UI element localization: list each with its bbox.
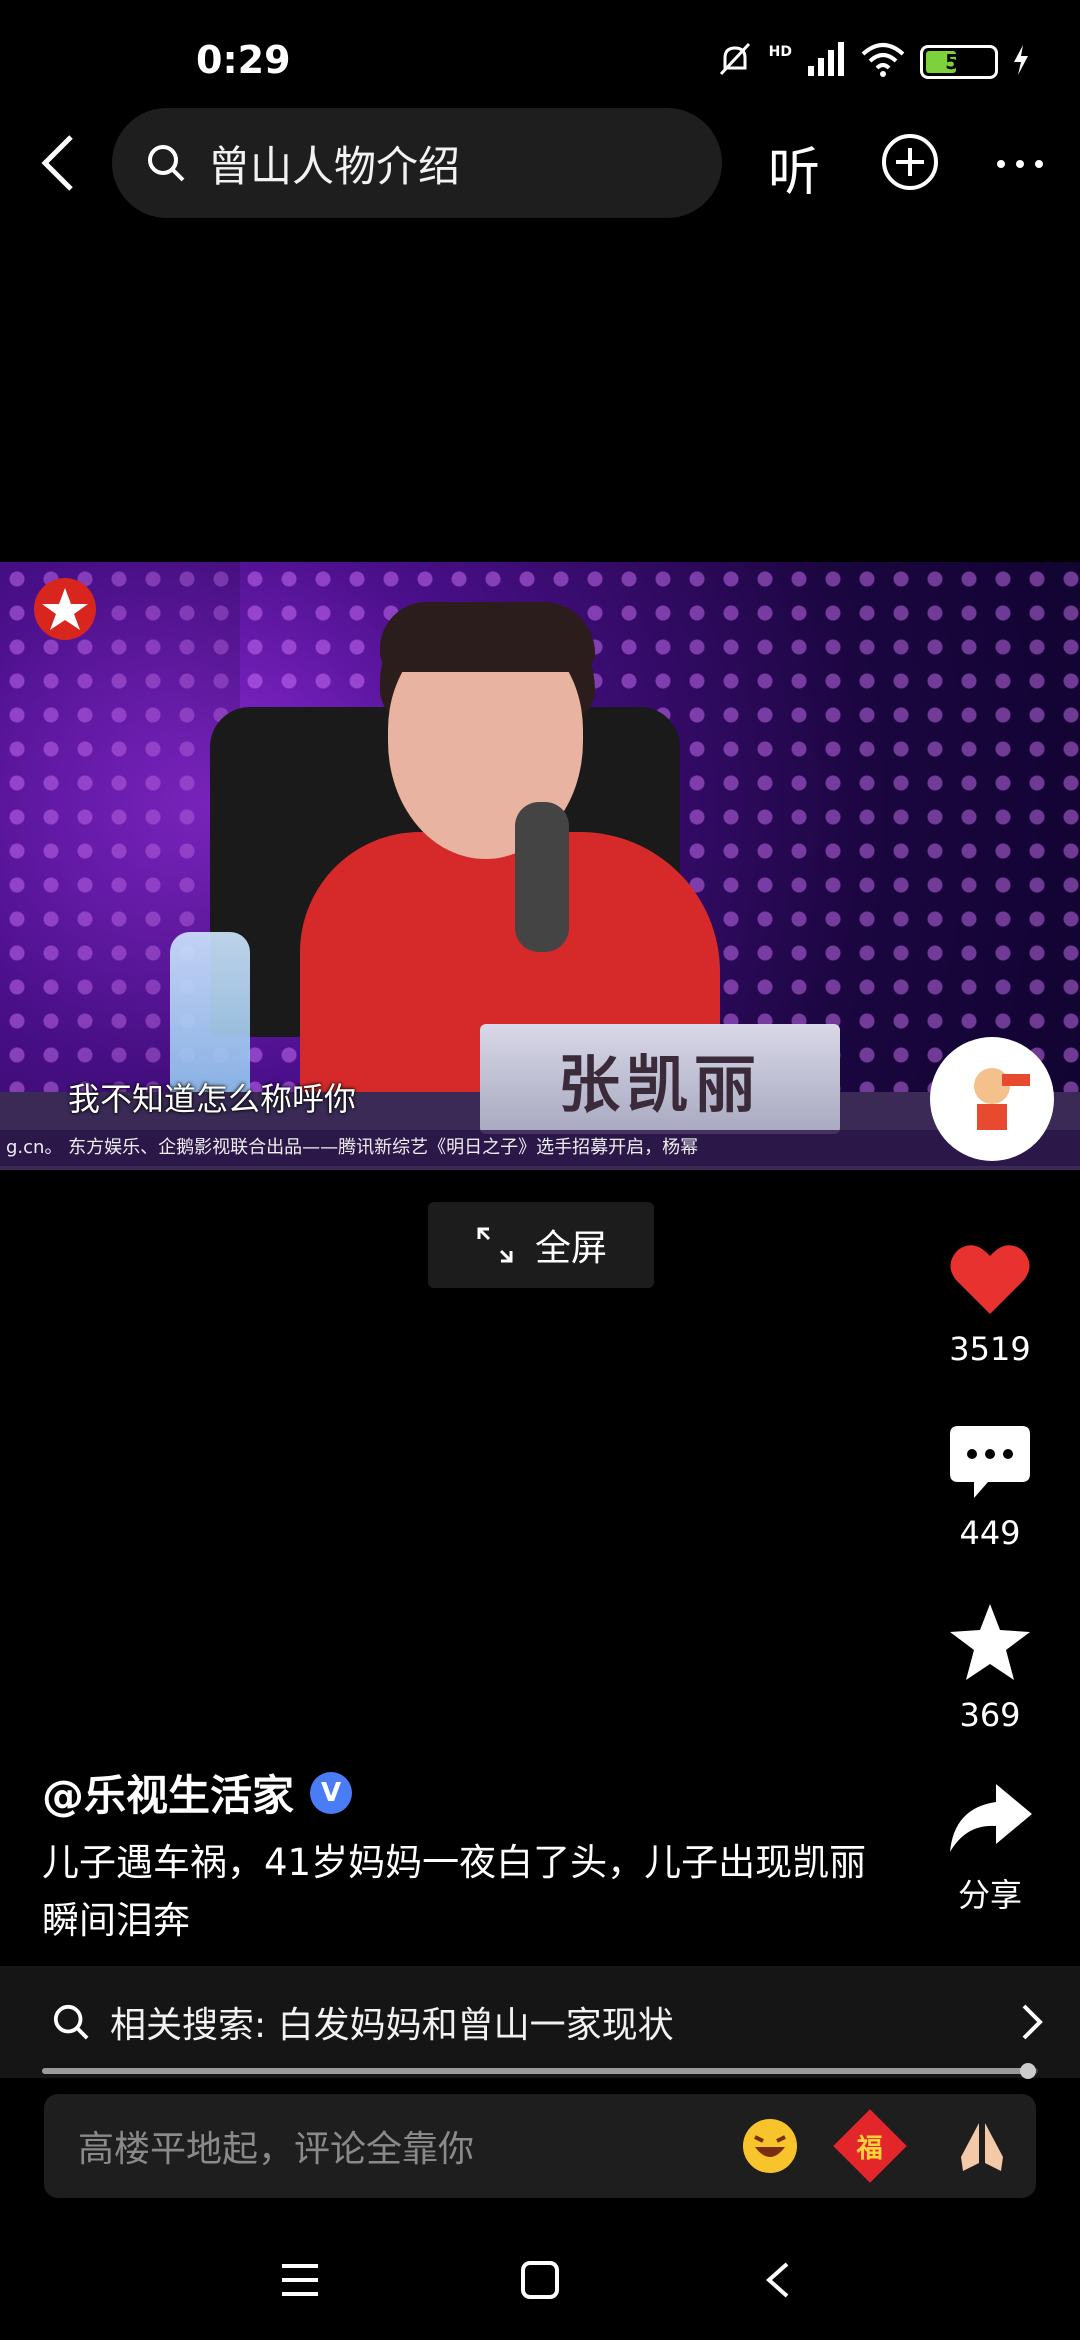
home-button[interactable] [510,2250,570,2310]
video-progress-bar[interactable] [42,2063,1038,2079]
chevron-right-icon [1022,2004,1043,2040]
back-triangle-icon [765,2262,789,2298]
fullscreen-button[interactable]: 全屏 [428,1202,654,1288]
cartoon-badge-icon[interactable] [930,1037,1054,1161]
fu-char: 福 [856,2133,884,2164]
microphone [515,802,569,952]
video-subtitle: 我不知道怎么称呼你 [68,1080,357,1118]
share-button[interactable]: 分享 [940,1780,1040,1916]
plus-circle-icon [882,134,938,190]
more-button[interactable] [990,134,1050,194]
signal-icon [806,42,846,82]
like-button[interactable]: 3519 [940,1240,1040,1368]
status-time: 0:29 [196,38,291,82]
back-button[interactable] [24,128,94,198]
author-name[interactable]: @乐视生活家 [42,1762,294,1823]
system-nav [0,2230,1080,2340]
wifi-icon [860,42,906,82]
top-nav: 曾山人物介绍 听 [0,108,1080,220]
video-ticker: g.cn。 东方娱乐、企鹅影视联合出品——腾讯新综艺《明日之子》选手招募开启，杨… [0,1130,1080,1166]
heart-icon [950,1245,1030,1314]
search-input[interactable]: 曾山人物介绍 [112,108,722,218]
menu-icon [282,2264,318,2296]
battery-level: 50 [945,50,973,74]
system-back-button[interactable] [748,2250,808,2310]
progress-knob[interactable] [1020,2063,1037,2079]
share-label: 分享 [957,1876,1022,1914]
channel-logo-icon [34,578,96,640]
comment-count: 449 [959,1514,1021,1552]
nameplate-text: 张凯丽 [557,1048,762,1121]
search-icon [148,145,185,182]
laughing-emoji-icon[interactable] [740,2116,800,2176]
expand-icon [477,1227,513,1263]
square-icon [521,2261,559,2299]
like-count: 3519 [949,1330,1031,1368]
hd-label: HD [768,44,792,60]
fullscreen-label: 全屏 [534,1228,607,1269]
search-query: 曾山人物介绍 [208,141,461,191]
comment-bar[interactable]: 高楼平地起，评论全靠你 福 [44,2094,1036,2198]
share-arrow-icon [950,1784,1032,1852]
favorite-button[interactable]: 369 [940,1602,1040,1734]
comment-icon [950,1426,1030,1498]
pray-hands-icon[interactable] [952,2116,1012,2176]
menu-button[interactable] [270,2250,330,2310]
status-bar: 0:29 HD 50 [0,0,1080,110]
mute-icon [715,40,755,84]
star-icon [950,1604,1030,1680]
battery-icon: 50 [920,45,998,79]
charging-icon [1012,45,1030,79]
video-caption: 儿子遇车祸，41岁妈妈一夜白了头，儿子出现凯丽瞬间泪奔 [42,1841,867,1942]
add-button[interactable] [880,132,940,192]
comment-input[interactable]: 高楼平地起，评论全靠你 [78,2120,740,2172]
fu-sticker-icon[interactable]: 福 [833,2109,907,2183]
back-arrow-icon [41,135,73,191]
video-player[interactable]: 张凯丽 我不知道怎么称呼你 g.cn。 东方娱乐、企鹅影视联合出品——腾讯新综艺… [0,562,1080,1170]
progress-fill [42,2068,1029,2074]
more-dots-icon [997,160,1043,168]
listen-button[interactable]: 听 [768,130,820,205]
author[interactable]: @乐视生活家 V [42,1762,353,1823]
status-icons: HD 50 [715,40,1030,84]
nameplate: 张凯丽 [480,1024,840,1134]
search-icon [53,2004,89,2040]
verified-badge-icon: V [310,1771,353,1814]
related-search[interactable]: 相关搜索: 白发妈妈和曾山一家现状 [0,1966,1080,2078]
comment-button[interactable]: 449 [940,1424,1040,1552]
favorite-count: 369 [959,1696,1021,1734]
related-search-text: 相关搜索: 白发妈妈和曾山一家现状 [110,2005,674,2046]
